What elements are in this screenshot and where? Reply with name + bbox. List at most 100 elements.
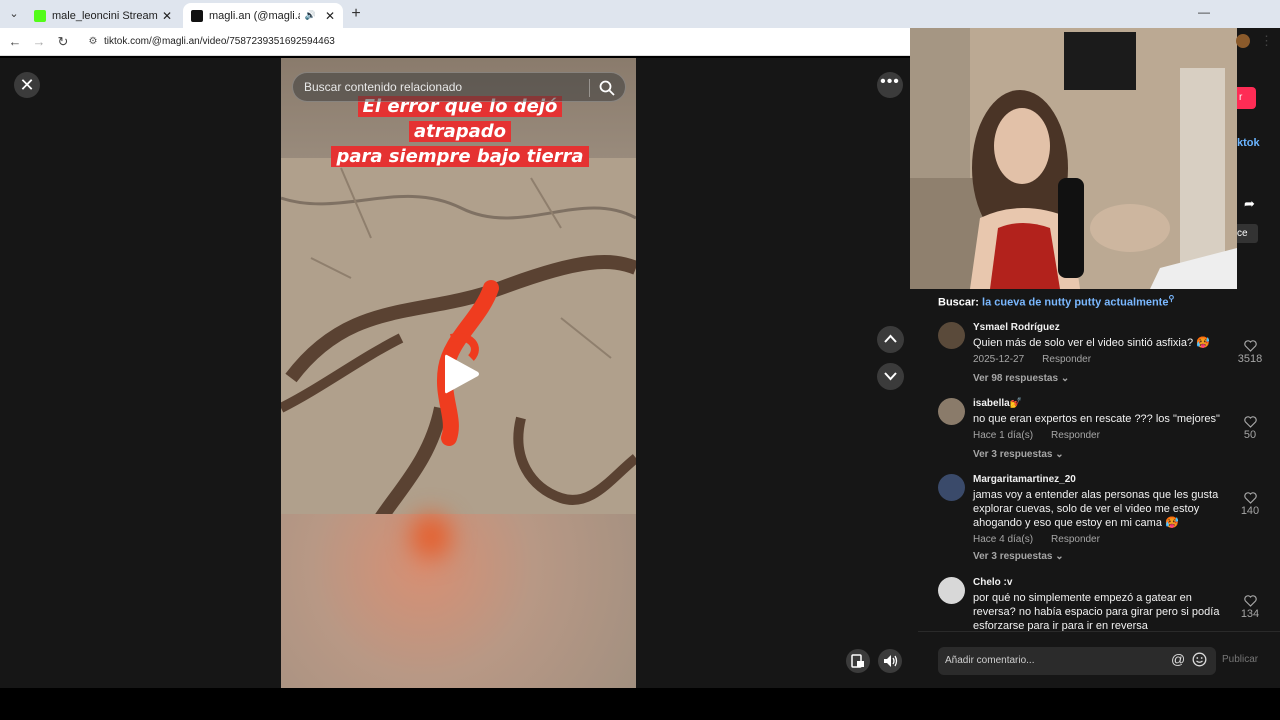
emoji-icon[interactable]: [1192, 652, 1207, 667]
comment-input[interactable]: Añadir comentario... @: [938, 647, 1216, 675]
avatar[interactable]: [938, 398, 965, 425]
forward-arrow-icon[interactable]: →: [30, 33, 48, 51]
comment-item: Margaritamartinez_20 jamas voy a entende…: [938, 474, 1268, 570]
tab-close-icon[interactable]: ✕: [325, 9, 335, 23]
like-button[interactable]: 134: [1237, 595, 1263, 620]
heart-icon: [1243, 595, 1257, 607]
comment-meta: Hace 1 día(s) Responder: [973, 430, 1100, 441]
new-tab-button[interactable]: +: [346, 4, 366, 24]
view-replies-button[interactable]: Ver 3 respuestas ⌄: [973, 551, 1064, 562]
related-query[interactable]: la cueva de nutty putty actualmente: [982, 297, 1168, 309]
ce-peek-button[interactable]: ce: [1237, 224, 1258, 243]
caption-line-2: para siempre bajo tierra: [331, 146, 589, 167]
heart-icon: [1243, 492, 1257, 504]
reply-button[interactable]: Responder: [1051, 534, 1100, 545]
previous-video-button[interactable]: [877, 326, 904, 353]
avatar[interactable]: [938, 474, 965, 501]
mention-icon[interactable]: @: [1171, 651, 1185, 667]
reload-icon[interactable]: ↻: [54, 33, 72, 51]
like-count: 140: [1240, 505, 1260, 517]
blurred-video-lower: [281, 514, 636, 688]
comment-composer: Añadir comentario... @ Publicar: [918, 631, 1280, 688]
heart-icon: [1243, 416, 1257, 428]
webcam-image: [910, 28, 1237, 289]
like-button[interactable]: 3518: [1237, 340, 1263, 365]
floating-player-icon: [851, 654, 864, 668]
comment-date: Hace 4 día(s): [973, 534, 1034, 545]
webcam-overlay: [910, 28, 1237, 289]
tab-search-chevron-icon[interactable]: ⌄: [4, 4, 24, 24]
kick-favicon-icon: [34, 9, 46, 22]
reply-button[interactable]: Responder: [1051, 430, 1100, 441]
chevron-down-icon: [884, 372, 897, 381]
url-text: tiktok.com/@magli.an/video/7587239351692…: [104, 36, 335, 47]
replies-label: Ver 3 respuestas: [973, 449, 1053, 460]
search-divider: [589, 79, 590, 97]
tiktok-sidebar-peek: r ktok ➦ ce: [1237, 28, 1280, 289]
like-count: 3518: [1237, 353, 1263, 365]
tiktok-text-peek: ktok: [1237, 137, 1260, 149]
minimize-window-icon[interactable]: —: [1188, 5, 1220, 19]
profile-avatar-icon[interactable]: [1236, 34, 1250, 48]
comment-item: Chelo :v por qué no simplemente empezó a…: [938, 577, 1268, 633]
comment-date: 2025-12-27: [973, 354, 1025, 365]
comment-username[interactable]: Chelo :v: [973, 577, 1012, 588]
comment-text: no que eran expertos en rescate ??? los …: [973, 413, 1220, 425]
browser-toolbar: ← → ↻ ⚙ tiktok.com/@magli.an/video/75872…: [0, 28, 910, 56]
replies-label: Ver 3 respuestas: [973, 551, 1053, 562]
play-icon[interactable]: [443, 352, 481, 396]
avatar[interactable]: [938, 322, 965, 349]
comment-username[interactable]: isabella💅: [973, 398, 1022, 409]
tab-title: male_leoncini Stream - Watch L: [52, 9, 158, 22]
comment-username[interactable]: Margaritamartinez_20: [973, 474, 1076, 485]
post-comment-button[interactable]: Publicar: [1222, 654, 1258, 665]
related-search-input[interactable]: Buscar contenido relacionado: [292, 72, 626, 102]
tab-title: magli.an (@magli.an) | TikTo: [209, 9, 300, 22]
comment-date: Hace 1 día(s): [973, 430, 1034, 441]
replies-label: Ver 98 respuestas: [973, 373, 1059, 384]
bottom-bar: [0, 688, 1280, 720]
audio-playing-icon[interactable]: 🔊: [305, 10, 316, 21]
close-icon[interactable]: ✕: [14, 72, 40, 98]
address-bar[interactable]: ⚙ tiktok.com/@magli.an/video/75872393516…: [82, 31, 902, 53]
browser-menu-icon[interactable]: ⋮: [1260, 34, 1273, 48]
like-count: 50: [1243, 429, 1257, 441]
cave-map-image: [281, 158, 636, 518]
chevron-up-icon: [884, 334, 897, 343]
view-replies-button[interactable]: Ver 3 respuestas ⌄: [973, 449, 1064, 460]
follow-button-peek[interactable]: r: [1237, 87, 1256, 109]
comment-item: isabella💅 no que eran expertos en rescat…: [938, 398, 1268, 470]
comment-meta: 2025-12-27 Responder: [973, 354, 1091, 365]
video-caption: El error que lo dejó atrapado para siemp…: [325, 94, 595, 169]
comment-text: Quien más de solo ver el video sintió as…: [973, 337, 1210, 349]
view-replies-button[interactable]: Ver 98 respuestas ⌄: [973, 373, 1069, 384]
browser-tab-tiktok[interactable]: magli.an (@magli.an) | TikTo 🔊 ✕: [183, 3, 343, 28]
heart-icon: [1243, 340, 1257, 352]
tab-close-icon[interactable]: ✕: [162, 9, 172, 23]
next-video-button[interactable]: [877, 363, 904, 390]
volume-icon: [884, 655, 898, 667]
like-count: 134: [1240, 608, 1260, 620]
floating-player-button[interactable]: [846, 649, 870, 673]
search-small-icon: ⚲: [1168, 294, 1175, 303]
browser-tab-strip: ⌄ male_leoncini Stream - Watch L ✕ magli…: [0, 0, 1280, 28]
volume-button[interactable]: [878, 649, 902, 673]
related-prefix: Buscar:: [938, 296, 979, 309]
related-search-link[interactable]: Buscar: la cueva de nutty putty actualme…: [938, 294, 1174, 309]
search-icon[interactable]: [598, 79, 616, 97]
avatar[interactable]: [938, 577, 965, 604]
more-options-icon[interactable]: •••: [877, 72, 903, 98]
back-arrow-icon[interactable]: ←: [6, 33, 24, 51]
search-placeholder: Buscar contenido relacionado: [304, 80, 463, 94]
caption-line-1: El error que lo dejó atrapado: [357, 96, 563, 142]
share-arrow-icon[interactable]: ➦: [1244, 196, 1255, 212]
like-button[interactable]: 140: [1237, 492, 1263, 517]
comment-username[interactable]: Ysmael Rodríguez: [973, 322, 1060, 333]
tiktok-favicon-icon: [191, 9, 203, 22]
like-button[interactable]: 50: [1237, 416, 1263, 441]
site-info-icon[interactable]: ⚙: [86, 35, 100, 49]
comment-text: jamas voy a entender alas personas que l…: [973, 489, 1219, 529]
browser-tab-kick[interactable]: male_leoncini Stream - Watch L ✕: [26, 3, 180, 28]
comment-text: por qué no simplemente empezó a gatear e…: [973, 592, 1220, 632]
reply-button[interactable]: Responder: [1042, 354, 1091, 365]
